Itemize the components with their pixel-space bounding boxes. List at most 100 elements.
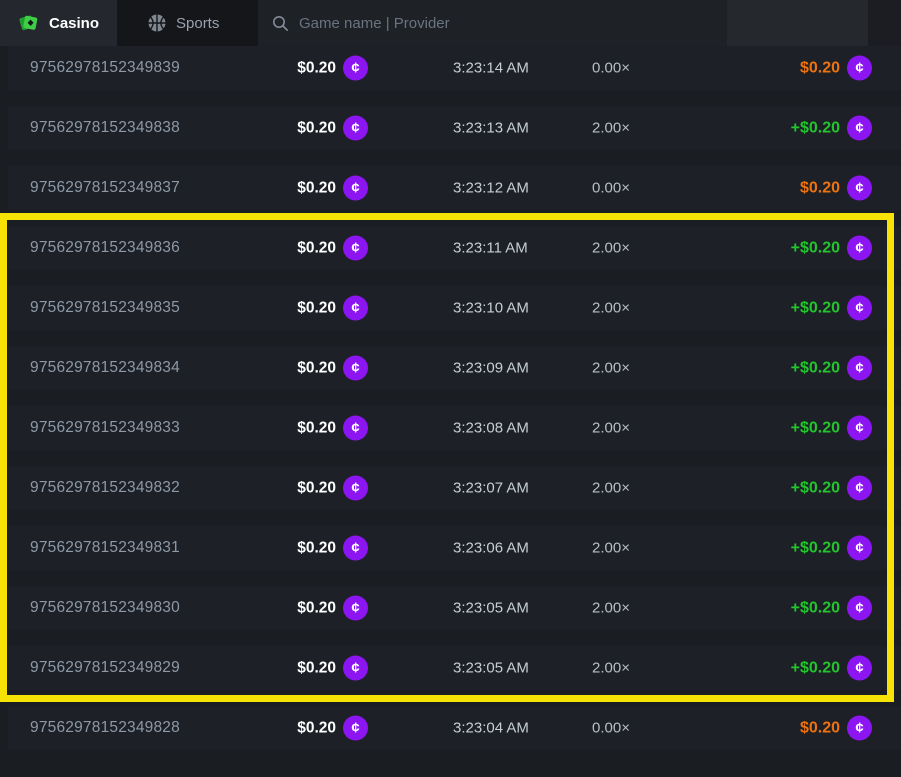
- bet-payout: +$0.20 ¢: [791, 596, 872, 621]
- table-row[interactable]: 97562978152349835 $0.20 ¢ 3:23:10 AM 2.0…: [0, 278, 901, 338]
- bet-amount-value: $0.20: [297, 539, 336, 557]
- table-row[interactable]: 97562978152349838 $0.20 ¢ 3:23:13 AM 2.0…: [0, 98, 901, 158]
- bet-id: 97562978152349839: [30, 59, 180, 77]
- bet-amount-value: $0.20: [297, 299, 336, 317]
- bet-id: 97562978152349829: [30, 659, 180, 677]
- tab-casino[interactable]: Casino: [0, 0, 117, 46]
- search-bar[interactable]: [258, 0, 727, 46]
- bet-multiplier: 2.00×: [592, 660, 630, 677]
- currency-coin-icon: ¢: [847, 56, 872, 81]
- table-row[interactable]: 97562978152349832 $0.20 ¢ 3:23:07 AM 2.0…: [0, 458, 901, 518]
- bet-multiplier: 2.00×: [592, 240, 630, 257]
- currency-coin-icon: ¢: [343, 536, 368, 561]
- bet-amount: $0.20 ¢: [297, 656, 368, 681]
- bet-multiplier: 2.00×: [592, 540, 630, 557]
- bet-amount: $0.20 ¢: [297, 476, 368, 501]
- bet-payout-value: +$0.20: [791, 419, 840, 437]
- bet-payout: +$0.20 ¢: [791, 476, 872, 501]
- bet-payout-value: $0.20: [800, 179, 840, 197]
- table-row[interactable]: 97562978152349839 $0.20 ¢ 3:23:14 AM 0.0…: [0, 46, 901, 98]
- bet-amount: $0.20 ¢: [297, 536, 368, 561]
- currency-coin-icon: ¢: [343, 656, 368, 681]
- bet-payout-value: +$0.20: [791, 539, 840, 557]
- bet-id: 97562978152349833: [30, 419, 180, 437]
- bet-multiplier: 0.00×: [592, 720, 630, 737]
- bet-multiplier: 2.00×: [592, 300, 630, 317]
- bet-amount: $0.20 ¢: [297, 596, 368, 621]
- currency-coin-icon: ¢: [343, 56, 368, 81]
- bet-multiplier: 2.00×: [592, 420, 630, 437]
- bet-amount-value: $0.20: [297, 599, 336, 617]
- search-input[interactable]: [299, 15, 713, 32]
- bet-time: 3:23:05 AM: [453, 660, 529, 677]
- table-row[interactable]: 97562978152349836 $0.20 ¢ 3:23:11 AM 2.0…: [0, 218, 901, 278]
- bet-id: 97562978152349830: [30, 599, 180, 617]
- bet-amount: $0.20 ¢: [297, 176, 368, 201]
- bet-id: 97562978152349834: [30, 359, 180, 377]
- bet-payout-value: +$0.20: [791, 119, 840, 137]
- currency-coin-icon: ¢: [847, 476, 872, 501]
- bet-payout: +$0.20 ¢: [791, 296, 872, 321]
- bet-time: 3:23:10 AM: [453, 300, 529, 317]
- bet-amount: $0.20 ¢: [297, 116, 368, 141]
- bet-payout-value: +$0.20: [791, 299, 840, 317]
- bet-multiplier: 0.00×: [592, 180, 630, 197]
- currency-coin-icon: ¢: [343, 416, 368, 441]
- table-row[interactable]: 97562978152349837 $0.20 ¢ 3:23:12 AM 0.0…: [0, 158, 901, 218]
- bet-amount-value: $0.20: [297, 179, 336, 197]
- currency-coin-icon: ¢: [343, 476, 368, 501]
- bet-id: 97562978152349828: [30, 719, 180, 737]
- bet-time: 3:23:11 AM: [453, 240, 528, 257]
- currency-coin-icon: ¢: [343, 596, 368, 621]
- table-row[interactable]: 97562978152349834 $0.20 ¢ 3:23:09 AM 2.0…: [0, 338, 901, 398]
- casino-icon: [18, 12, 40, 34]
- table-row[interactable]: 97562978152349833 $0.20 ¢ 3:23:08 AM 2.0…: [0, 398, 901, 458]
- bet-id: 97562978152349835: [30, 299, 180, 317]
- bet-payout: +$0.20 ¢: [791, 416, 872, 441]
- currency-coin-icon: ¢: [343, 176, 368, 201]
- bet-amount-value: $0.20: [297, 659, 336, 677]
- bet-amount-value: $0.20: [297, 419, 336, 437]
- bets-table: 97562978152349839 $0.20 ¢ 3:23:14 AM 0.0…: [0, 46, 901, 758]
- currency-coin-icon: ¢: [343, 116, 368, 141]
- bet-id: 97562978152349831: [30, 539, 180, 557]
- bet-amount: $0.20 ¢: [297, 416, 368, 441]
- table-row[interactable]: 97562978152349829 $0.20 ¢ 3:23:05 AM 2.0…: [0, 638, 901, 698]
- bet-time: 3:23:05 AM: [453, 600, 529, 617]
- bet-time: 3:23:08 AM: [453, 420, 529, 437]
- currency-coin-icon: ¢: [343, 356, 368, 381]
- bet-payout-value: $0.20: [800, 59, 840, 77]
- bet-payout: $0.20 ¢: [800, 716, 872, 741]
- bet-payout: +$0.20 ¢: [791, 116, 872, 141]
- bet-time: 3:23:07 AM: [453, 480, 529, 497]
- currency-coin-icon: ¢: [343, 716, 368, 741]
- currency-coin-icon: ¢: [847, 176, 872, 201]
- bet-payout-value: +$0.20: [791, 359, 840, 377]
- table-row[interactable]: 97562978152349828 $0.20 ¢ 3:23:04 AM 0.0…: [0, 698, 901, 758]
- bet-amount: $0.20 ¢: [297, 716, 368, 741]
- table-row[interactable]: 97562978152349830 $0.20 ¢ 3:23:05 AM 2.0…: [0, 578, 901, 638]
- currency-coin-icon: ¢: [847, 656, 872, 681]
- currency-coin-icon: ¢: [847, 296, 872, 321]
- bet-id: 97562978152349836: [30, 239, 180, 257]
- bet-amount: $0.20 ¢: [297, 236, 368, 261]
- tab-casino-label: Casino: [49, 15, 99, 32]
- bet-multiplier: 2.00×: [592, 600, 630, 617]
- currency-coin-icon: ¢: [847, 596, 872, 621]
- bet-payout-value: $0.20: [800, 719, 840, 737]
- currency-coin-icon: ¢: [847, 536, 872, 561]
- bet-time: 3:23:13 AM: [453, 120, 529, 137]
- bet-amount-value: $0.20: [297, 59, 336, 77]
- bet-time: 3:23:12 AM: [453, 180, 529, 197]
- bet-payout-value: +$0.20: [791, 239, 840, 257]
- bet-amount: $0.20 ¢: [297, 356, 368, 381]
- bet-payout: +$0.20 ¢: [791, 356, 872, 381]
- search-icon: [272, 15, 289, 32]
- currency-coin-icon: ¢: [343, 236, 368, 261]
- table-row[interactable]: 97562978152349831 $0.20 ¢ 3:23:06 AM 2.0…: [0, 518, 901, 578]
- currency-coin-icon: ¢: [847, 236, 872, 261]
- tab-sports[interactable]: Sports: [133, 0, 233, 46]
- bet-amount-value: $0.20: [297, 119, 336, 137]
- bet-amount-value: $0.20: [297, 359, 336, 377]
- bet-time: 3:23:06 AM: [453, 540, 529, 557]
